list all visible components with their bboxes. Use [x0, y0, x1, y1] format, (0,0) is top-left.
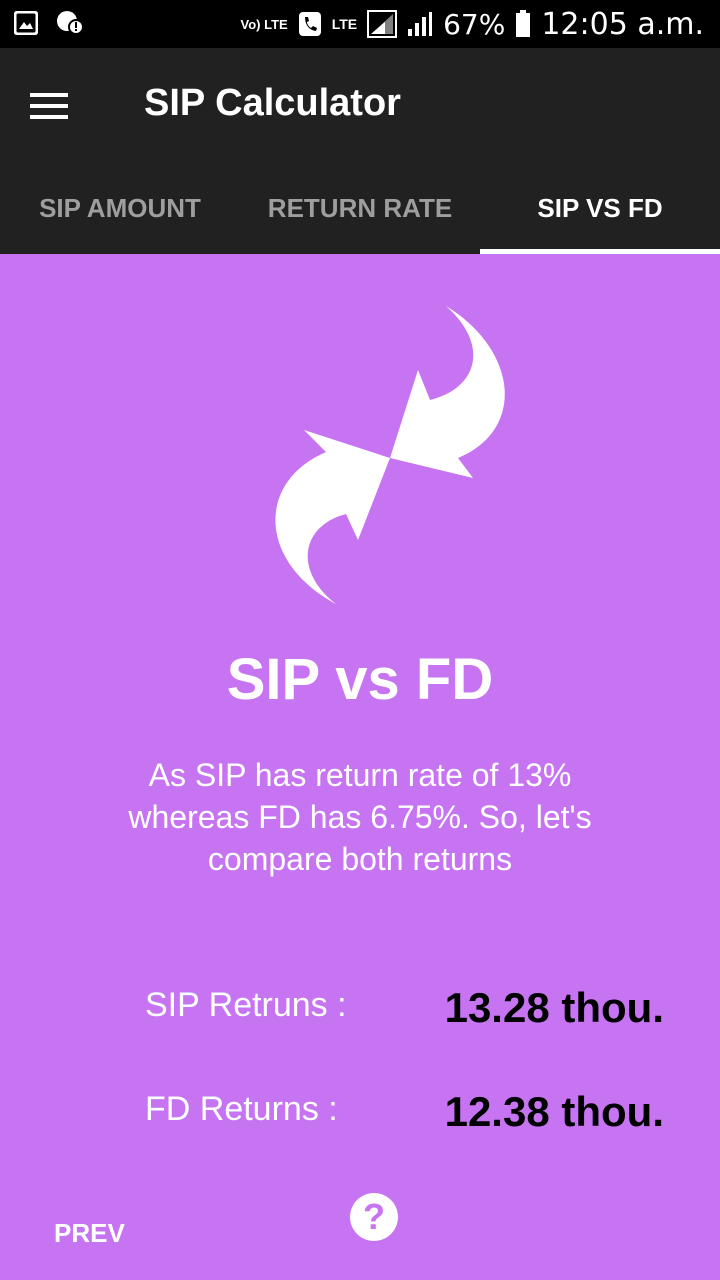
clock: 12:05 a.m. — [541, 6, 704, 42]
app-title: SIP Calculator — [144, 82, 401, 124]
notification-icons — [14, 10, 84, 36]
exchange-arrows-icon — [275, 306, 505, 604]
system-icons: Vo) LTE LTE 67% 12:05 a.m. — [241, 6, 705, 42]
help-icon[interactable]: ? — [350, 1193, 398, 1241]
lte-indicator: LTE — [331, 16, 358, 32]
tab-sip-vs-fd[interactable]: SIP VS FD — [480, 184, 720, 254]
battery-icon — [516, 10, 531, 37]
status-bar: Vo) LTE LTE 67% 12:05 a.m. — [0, 0, 720, 48]
sip-returns-value: 13.28 thou. — [444, 984, 664, 1031]
hamburger-menu-icon[interactable] — [30, 93, 68, 119]
section-heading: SIP vs FD — [226, 647, 494, 712]
section-description: As SIP has return rate of 13% whereas FD… — [128, 757, 592, 877]
signal-bars-icon — [408, 12, 433, 36]
signal-strength-icon — [367, 10, 398, 38]
battery-percentage: 67% — [443, 7, 506, 41]
tab-bar: SIP AMOUNT RETURN RATE SIP VS FD — [0, 184, 720, 254]
volte-indicator: Vo) LTE — [240, 16, 288, 32]
tab-return-rate[interactable]: RETURN RATE — [240, 184, 480, 254]
image-notification-icon — [14, 11, 38, 35]
app-bar: SIP Calculator SIP AMOUNT RETURN RATE SI… — [0, 48, 720, 254]
prev-button[interactable]: PREV — [54, 1218, 125, 1249]
alert-notification-icon — [57, 11, 84, 35]
phone-icon — [298, 12, 321, 36]
fd-returns-value: 12.38 thou. — [444, 1088, 664, 1135]
fd-returns-label: FD Returns : — [145, 1090, 338, 1128]
tab-sip-amount[interactable]: SIP AMOUNT — [0, 184, 240, 254]
sip-returns-label: SIP Retruns : — [145, 986, 347, 1024]
